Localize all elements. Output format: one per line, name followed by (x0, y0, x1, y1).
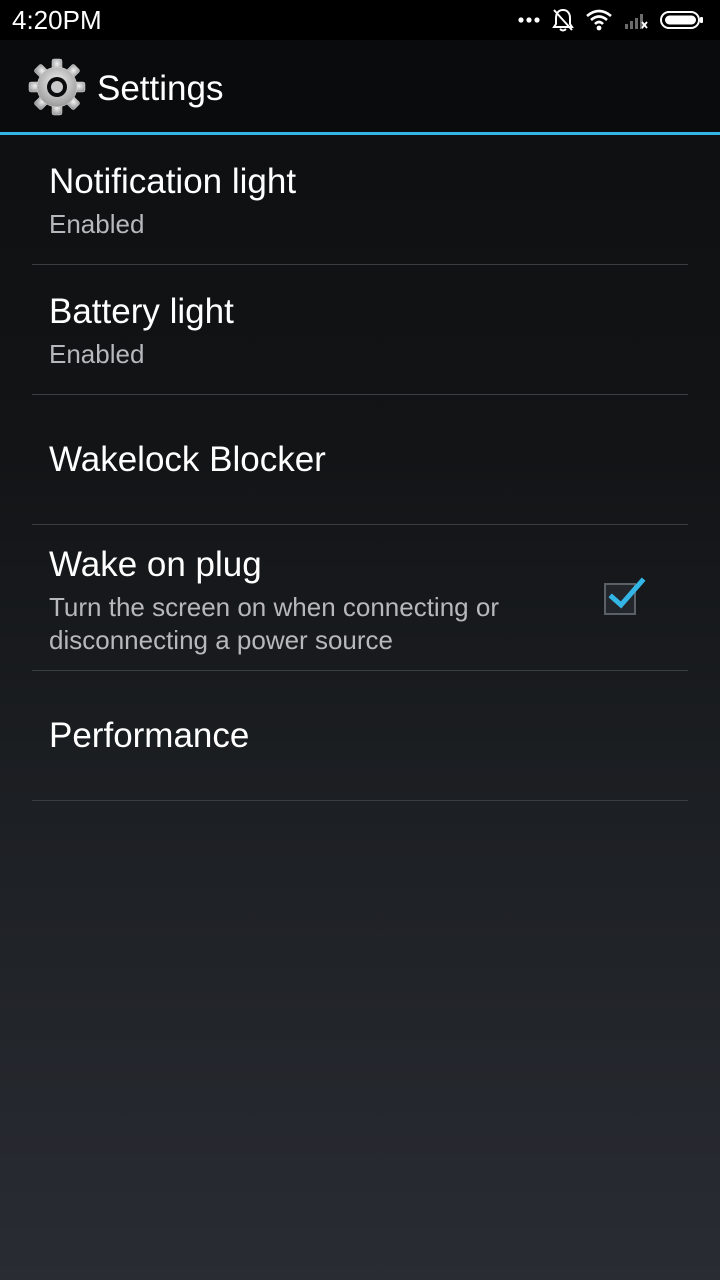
page-title: Settings (97, 69, 224, 108)
checkmark-icon (608, 577, 646, 609)
pref-title: Wake on plug (49, 545, 262, 584)
gear-icon[interactable] (28, 58, 86, 116)
wake-on-plug-checkbox[interactable] (604, 577, 646, 615)
pref-summary: Turn the screen on when connecting or di… (49, 592, 499, 655)
bell-muted-icon (552, 8, 574, 32)
pref-battery-light[interactable]: Battery light Enabled (32, 265, 688, 395)
pref-title: Wakelock Blocker (49, 440, 326, 479)
pref-title: Battery light (49, 292, 234, 331)
status-bar: 4:20PM (0, 0, 720, 40)
cell-signal-no-service-icon (624, 10, 648, 30)
status-time: 4:20PM (12, 5, 102, 35)
more-dots-icon (518, 16, 540, 24)
preference-list: Notification light Enabled Battery light… (0, 135, 720, 801)
pref-summary: Enabled (49, 209, 145, 239)
pref-notification-light[interactable]: Notification light Enabled (32, 135, 688, 265)
pref-performance[interactable]: Performance (32, 671, 688, 801)
pref-title: Notification light (49, 162, 297, 201)
pref-summary: Enabled (49, 339, 145, 369)
pref-wakelock-blocker[interactable]: Wakelock Blocker (32, 395, 688, 525)
wifi-icon (586, 9, 612, 31)
battery-icon (660, 11, 704, 29)
pref-title: Performance (49, 716, 250, 755)
pref-wake-on-plug[interactable]: Wake on plug Turn the screen on when con… (32, 525, 688, 671)
status-icons (518, 6, 704, 34)
